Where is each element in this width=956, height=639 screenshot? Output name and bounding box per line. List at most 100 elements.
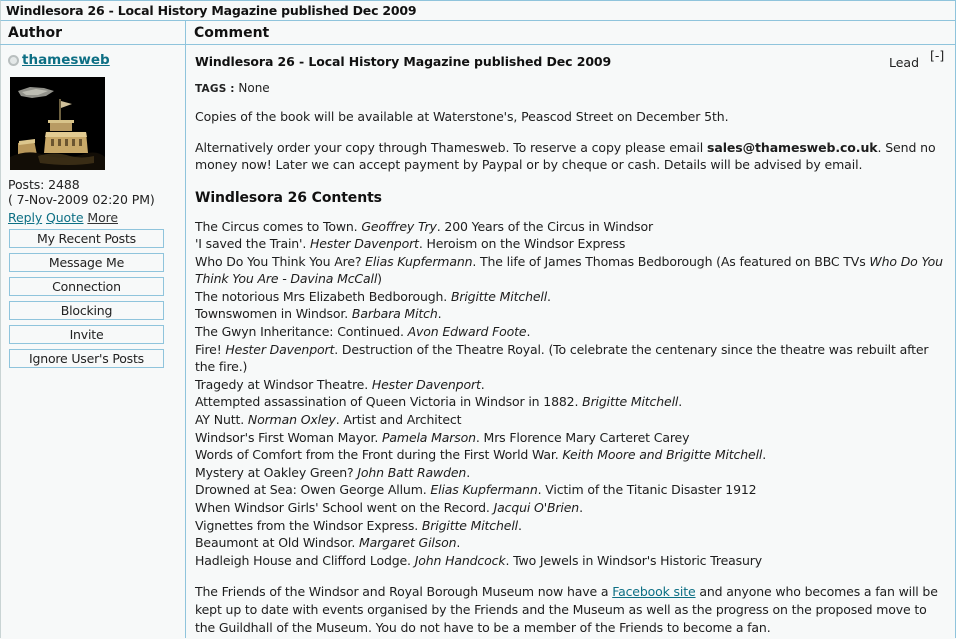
facebook-site-link[interactable]: Facebook site [612,584,695,599]
column-header-comment: Comment [186,21,956,44]
post-subject: Windlesora 26 - Local History Magazine p… [195,54,612,69]
invite-button[interactable]: Invite [9,325,164,344]
contents-item-note: . [579,500,583,515]
contents-item-note: . 200 Years of the Circus in Windsor [436,218,654,234]
contents-item-title: Vignettes from the Windsor Express. [195,517,422,533]
collapse-toggle[interactable]: [-] [930,49,944,62]
subject-row: Windlesora 26 - Local History Magazine p… [195,49,945,70]
contents-item-author: Norman Oxley [247,412,336,428]
comment-column: Windlesora 26 - Local History Magazine p… [186,45,956,638]
tags-label: TAGS : [195,83,235,95]
author-column: thamesweb Posts: 2488 (7-Nov-2009 02:20… [0,45,186,638]
contents-item-title: AY Nutt. [195,412,248,428]
contents-item-title: Words of Comfort from the Front during t… [195,447,563,463]
table-header-row: Author Comment [0,21,956,45]
contact-email: sales@thamesweb.co.uk [707,139,878,155]
window-title-bar: Windlesora 26 - Local History Magazine p… [0,0,956,21]
contents-item-author: John Handcock [414,552,506,568]
contents-item-title: The Circus comes to Town. [195,218,362,234]
quote-link[interactable]: Quote [46,210,84,225]
avatar [10,77,105,170]
contents-list-item: Words of Comfort from the Front during t… [195,446,945,464]
connection-button[interactable]: Connection [9,277,164,296]
contents-item-author: Brigitte Mitchell [450,288,548,304]
contents-item-author: Geoffrey Try [361,218,437,234]
contents-item-title: Who Do You Think You Are? [195,253,366,269]
contents-item-title: Tragedy at Windsor Theatre. [195,376,372,392]
author-action-links: Reply Quote More [8,210,179,225]
contents-item-author: Brigitte Mitchell [582,394,679,410]
contents-item-note: . [466,464,471,480]
contents-item-note: . [762,447,767,463]
forum-post-page: Windlesora 26 - Local History Magazine p… [0,0,956,639]
contents-list-item: The notorious Mrs Elizabeth Bedborough. … [195,288,945,306]
contents-list-item: 'I saved the Train'. Hester Davenport. H… [195,235,945,253]
contents-item-author: Avon Edward Foote [407,324,527,340]
contents-list-item: The Gwyn Inheritance: Continued. Avon Ed… [195,323,945,341]
contents-item-note: . Heroism on the Windsor Express [418,236,626,252]
contents-list-item: Tragedy at Windsor Theatre. Hester Daven… [195,376,945,394]
contents-item-title: Drowned at Sea: Owen George Allum. [195,482,431,498]
contents-item-author: Elias Kupfermann [430,482,538,498]
contents-list-item: AY Nutt. Norman Oxley. Artist and Archit… [195,411,945,429]
contents-list-item: Townswomen in Windsor. Barbara Mitch. [195,305,945,323]
paragraph-ordering-pre: Alternatively order your copy through Th… [195,139,708,155]
contents-list-item: Beaumont at Old Windsor. Margaret Gilson… [195,534,945,552]
reply-link[interactable]: Reply [8,210,42,225]
contents-item-title: Fire! [195,341,226,357]
user-status-icon [8,54,19,66]
contents-item-title: Beaumont at Old Windsor. [195,535,359,551]
column-header-author: Author [0,21,186,44]
contents-item-author: Pamela Marson [382,429,476,445]
paragraph-ordering: Alternatively order your copy through Th… [195,139,945,174]
username-row: thamesweb [8,52,179,68]
contents-item-note: . [526,324,531,340]
subject-controls: Lead [-] [888,49,945,70]
contents-list-item: Fire! Hester Davenport. Destruction of t… [195,341,945,376]
contents-item-title: Attempted assassination of Queen Victori… [195,394,583,410]
contents-item-author: Elias Kupfermann [365,253,473,269]
contents-item-title: Mystery at Oakley Green? [195,464,358,480]
contents-item-note-secondary: ) [377,271,382,287]
contents-list-item: When Windsor Girls' School went on the R… [195,499,945,517]
paragraph-availability: Copies of the book will be available at … [195,108,945,126]
contents-list-item: Hadleigh House and Clifford Lodge. John … [195,552,945,570]
closing-paragraph: The Friends of the Windsor and Royal Bor… [195,583,945,636]
contents-list-item: Mystery at Oakley Green? John Batt Rawde… [195,464,945,482]
contents-item-author: Hester Davenport [225,341,335,357]
contents-list-item: Attempted assassination of Queen Victori… [195,393,945,411]
message-me-button[interactable]: Message Me [9,253,164,272]
author-username-link[interactable]: thamesweb [22,52,110,68]
contents-item-title: The notorious Mrs Elizabeth Bedborough. [195,288,451,304]
paragraph-availability-text: Copies of the book will be available at … [195,109,729,124]
contents-item-note: . [547,288,551,304]
contents-item-author: John Batt Rawden [357,464,467,480]
ignore-users-posts-button[interactable]: Ignore User's Posts [9,349,164,368]
contents-item-note: . Two Jewels in Windsor's Historic Treas… [505,552,763,568]
contents-item-note: . [456,535,461,551]
tags-value: None [238,81,270,95]
contents-item-author: Jacqui O'Brien [493,500,580,515]
lead-label: Lead [888,55,919,70]
contents-item-author: Hester Davenport [371,376,481,392]
contents-list-item: Who Do You Think You Are? Elias Kupferma… [195,253,945,288]
more-link[interactable]: More [87,210,118,225]
contents-item-title: The Gwyn Inheritance: Continued. [195,324,408,340]
blocking-button[interactable]: Blocking [9,301,164,320]
contents-item-title: 'I saved the Train'. [195,236,310,252]
contents-list-item: Drowned at Sea: Owen George Allum. Elias… [195,481,945,499]
page-title: Windlesora 26 - Local History Magazine p… [6,3,417,18]
my-recent-posts-button[interactable]: My Recent Posts [9,229,164,248]
post-count: Posts: 2488 [8,177,80,192]
contents-item-author: Brigitte Mitchell [421,517,518,533]
contents-item-title: When Windsor Girls' School went on the R… [195,500,494,515]
contents-item-note: . [437,306,442,322]
contents-item-author: Barbara Mitch [351,306,438,322]
contents-item-note: . [517,517,522,533]
post-date: ( 7-Nov-2009 02:20 PM) [8,192,155,207]
contents-item-note: . Artist and Architect [335,412,462,428]
contents-item-title: Hadleigh House and Clifford Lodge. [195,552,415,568]
contents-item-author: Hester Davenport [309,236,419,252]
contents-heading: Windlesora 26 Contents [195,189,382,206]
contents-item-note: . [678,394,683,410]
